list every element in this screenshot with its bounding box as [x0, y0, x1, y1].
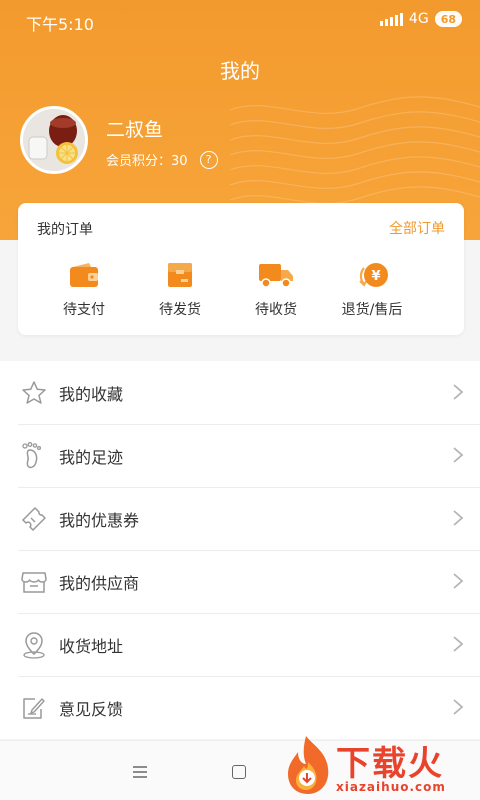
watermark-url: xiazaihuo.com — [336, 780, 446, 794]
menu-item-label: 我的供应商 — [59, 573, 140, 593]
avatar[interactable] — [20, 106, 88, 174]
chevron-right-icon — [453, 699, 464, 715]
wave-pattern-decoration — [230, 96, 480, 204]
chevron-right-icon — [453, 510, 464, 526]
order-pending-receipt[interactable]: 待收货 — [228, 259, 324, 319]
menu-item-label: 我的足迹 — [59, 447, 124, 467]
delivery-truck-icon — [258, 259, 294, 291]
menu-item-label: 意见反馈 — [59, 699, 124, 719]
order-refund-aftersale-label: 退货/售后 — [341, 302, 403, 318]
menu-item-label: 收货地址 — [59, 636, 124, 656]
watermark-brand: 下载火 — [336, 744, 444, 784]
menu-item-feedback[interactable]: 意见反馈 — [0, 676, 480, 739]
watermark-logo: 下载火 xiazaihuo.com — [284, 734, 480, 800]
menu-item-label: 我的优惠券 — [59, 510, 140, 530]
order-refund-aftersale[interactable]: ¥ 退货/售后 — [324, 259, 420, 319]
order-pending-payment[interactable]: 待支付 — [36, 259, 132, 319]
order-pending-payment-label: 待支付 — [63, 302, 105, 318]
svg-text:¥: ¥ — [371, 269, 380, 284]
page-title: 我的 — [220, 59, 260, 83]
status-indicators: 4G 68 — [379, 11, 462, 27]
status-time: 下午5:10 — [26, 15, 94, 34]
flame-logo-icon — [288, 736, 329, 794]
my-orders-card: 我的订单 全部订单 待支付 待发货 待收货 ¥ 退货/售后 — [18, 203, 464, 335]
feedback-edit-icon — [18, 692, 50, 724]
menu-item-footprints[interactable]: 我的足迹 — [0, 424, 480, 487]
order-status-list: 待支付 待发货 待收货 ¥ 退货/售后 — [18, 259, 464, 319]
chevron-right-icon — [453, 636, 464, 652]
all-orders-link[interactable]: 全部订单 — [389, 218, 445, 238]
star-icon — [18, 377, 50, 409]
yen-refund-icon: ¥ — [354, 259, 390, 291]
network-type: 4G — [408, 11, 429, 27]
order-pending-receipt-label: 待收货 — [255, 302, 297, 318]
menu-item-label: 我的收藏 — [59, 384, 124, 404]
order-pending-shipment-label: 待发货 — [159, 302, 201, 318]
wallet-icon — [66, 259, 102, 291]
question-circle-icon[interactable]: ? — [199, 150, 218, 169]
chevron-right-icon — [453, 384, 464, 400]
orders-title: 我的订单 — [37, 222, 93, 238]
battery-icon: 68 — [434, 11, 462, 27]
avatar-image — [23, 109, 85, 171]
member-points-label: 会员积分：30 — [106, 154, 188, 169]
member-points: 会员积分：30 ? — [106, 150, 218, 169]
package-box-icon — [162, 259, 198, 291]
coupon-icon — [18, 503, 50, 535]
menu-item-coupons[interactable]: 我的优惠券 — [0, 487, 480, 550]
signal-strength-icon — [379, 12, 403, 26]
menu-item-addresses[interactable]: 收货地址 — [0, 613, 480, 676]
menu-item-favorites[interactable]: 我的收藏 — [0, 361, 480, 424]
battery-level: 68 — [440, 12, 456, 26]
location-pin-icon — [18, 629, 50, 661]
store-icon — [18, 566, 50, 598]
menu-lines-icon[interactable] — [132, 765, 148, 779]
settings-menu: 我的收藏 我的足迹 我的优惠券 我的供应商 收货地址 意见反馈 — [0, 361, 480, 739]
home-square-icon[interactable] — [232, 765, 246, 779]
chevron-right-icon — [453, 573, 464, 589]
status-bar: 下午5:10 4G 68 — [0, 0, 480, 40]
footprint-icon — [18, 440, 50, 472]
chevron-right-icon — [453, 447, 464, 463]
order-pending-shipment[interactable]: 待发货 — [132, 259, 228, 319]
user-name: 二叔鱼 — [106, 119, 164, 141]
menu-item-suppliers[interactable]: 我的供应商 — [0, 550, 480, 613]
